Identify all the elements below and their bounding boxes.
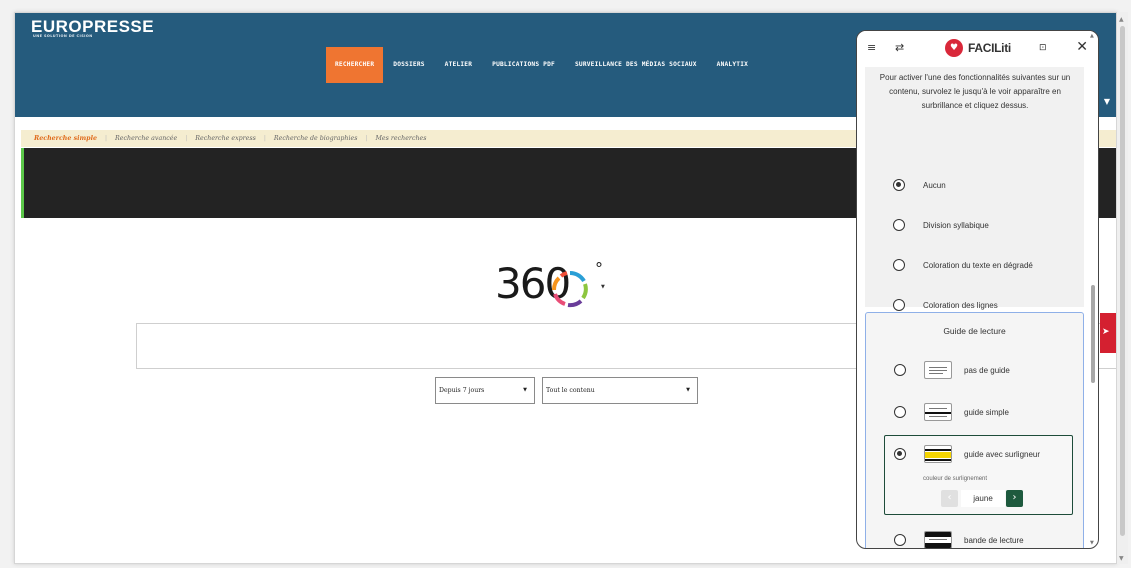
panel-scrollbar-thumb[interactable] (1091, 285, 1095, 383)
content-select[interactable]: Tout le contenu ▼ (542, 377, 698, 404)
option-division-syllabique[interactable]: Division syllabique (893, 219, 989, 231)
radio[interactable] (894, 534, 906, 546)
next-color-button[interactable]: › (1006, 490, 1023, 507)
tab-recherche-simple[interactable]: Recherche simple (34, 135, 97, 142)
close-icon[interactable]: ✕ (1076, 39, 1088, 55)
scroll-down-icon[interactable]: ▼ (1119, 555, 1124, 562)
features-section: Pour activer l'une des fonctionnalités s… (865, 67, 1084, 311)
faciliti-brand: ♥ FACILiti (945, 39, 1011, 57)
no-guide-icon (924, 361, 952, 379)
radio-selected[interactable] (894, 448, 906, 460)
option-label: Coloration des lignes (923, 300, 998, 310)
nav-dossiers[interactable]: DOSSIERS (383, 47, 434, 83)
panel-scrollbar[interactable]: ▲ ▼ (1088, 31, 1098, 548)
scrollbar-thumb[interactable] (1120, 26, 1125, 536)
features-description: Pour activer l'une des fonctionnalités s… (879, 73, 1071, 110)
panel-toolbar: ≡ ⇄ ♥ FACILiti ⊡ ✕ (857, 31, 1098, 67)
option-label: Division syllabique (923, 220, 989, 230)
scroll-up-icon[interactable]: ▲ (1090, 33, 1094, 39)
reading-band-icon (924, 531, 952, 548)
period-select-value: Depuis 7 jours (439, 387, 485, 394)
tab-separator: | (185, 135, 188, 142)
highlighter-guide-icon (924, 445, 952, 463)
radio[interactable] (894, 406, 906, 418)
menu-icon[interactable]: ≡ (867, 41, 876, 54)
caret-down-icon[interactable]: ▼ (601, 284, 605, 290)
option-label: Aucun (923, 180, 946, 190)
nav-publications-pdf[interactable]: PUBLICATIONS PDF (482, 47, 565, 83)
guide-highlighter-box: guide avec surligneur couleur de surlign… (884, 435, 1073, 515)
guide-label: bande de lecture (964, 535, 1024, 545)
logo-tagline: UNE SOLUTION DE CISION (33, 34, 93, 38)
guide-none[interactable]: pas de guide (894, 361, 1010, 379)
search-arrow-icon[interactable]: ➤ (1102, 327, 1110, 337)
guide-label: pas de guide (964, 365, 1010, 375)
chevron-down-icon: ▼ (523, 387, 527, 393)
radio[interactable] (893, 299, 905, 311)
chevron-down-icon[interactable]: ▼ (1104, 97, 1110, 106)
tab-separator: | (365, 135, 368, 142)
prev-color-button[interactable]: ‹ (941, 490, 958, 507)
simple-guide-icon (924, 403, 952, 421)
tab-recherche-biographies[interactable]: Recherche de biographies (274, 135, 358, 142)
content-select-value: Tout le contenu (546, 387, 595, 394)
tab-recherche-avancee[interactable]: Recherche avancée (115, 135, 177, 142)
faciliti-panel: ≡ ⇄ ♥ FACILiti ⊡ ✕ Pour activer l'une de… (856, 30, 1099, 549)
page-scrollbar[interactable]: ▲ ▼ (1117, 12, 1128, 564)
swap-icon[interactable]: ⇄ (895, 41, 904, 54)
reading-guide-title: Guide de lecture (943, 326, 1006, 336)
option-aucun[interactable]: Aucun (893, 179, 946, 191)
option-coloration-degrade[interactable]: Coloration du texte en dégradé (893, 259, 1033, 271)
chevron-down-icon: ▼ (686, 387, 690, 393)
tab-separator: | (105, 135, 108, 142)
degree-symbol: ° (595, 259, 603, 278)
tab-separator: | (263, 135, 266, 142)
guide-highlighter[interactable]: guide avec surligneur (894, 445, 1040, 463)
guide-label: guide avec surligneur (964, 449, 1041, 459)
guide-label: guide simple (964, 407, 1009, 417)
radio[interactable] (893, 219, 905, 231)
logo-360[interactable]: 360 ° ▼ (495, 259, 615, 308)
guide-simple[interactable]: guide simple (894, 403, 1009, 421)
scroll-down-icon[interactable]: ▼ (1090, 540, 1094, 546)
main-nav: RECHERCHER DOSSIERS ATELIER PUBLICATIONS… (326, 47, 758, 83)
tab-mes-recherches[interactable]: Mes recherches (375, 135, 426, 142)
option-label: Coloration du texte en dégradé (923, 260, 1033, 270)
exit-icon[interactable]: ⊡ (1039, 43, 1047, 53)
radio[interactable] (894, 364, 906, 376)
panel-body: Pour activer l'une des fonctionnalités s… (865, 67, 1084, 548)
nav-surveillance-medias-sociaux[interactable]: SURVEILLANCE DES MÉDIAS SOCIAUX (565, 47, 707, 83)
radio-selected[interactable] (893, 179, 905, 191)
highlight-color-value: jaune (961, 490, 1005, 507)
faciliti-logo-icon: ♥ (945, 39, 963, 57)
period-select[interactable]: Depuis 7 jours ▼ (435, 377, 535, 404)
nav-atelier[interactable]: ATELIER (435, 47, 482, 83)
radio[interactable] (893, 259, 905, 271)
highlight-color-label: couleur de surlignement (923, 476, 988, 482)
tab-recherche-express[interactable]: Recherche express (195, 135, 256, 142)
color-ring-icon (552, 270, 588, 308)
faciliti-brand-name: FACILiti (968, 41, 1011, 55)
guide-reading-band[interactable]: bande de lecture (894, 531, 1024, 548)
nav-analytix[interactable]: ANALYTIX (707, 47, 758, 83)
reading-guide-section: Guide de lecture pas de guide guide simp… (865, 312, 1084, 548)
option-coloration-lignes[interactable]: Coloration des lignes (893, 299, 998, 311)
nav-rechercher[interactable]: RECHERCHER (326, 47, 384, 83)
scroll-up-icon[interactable]: ▲ (1119, 16, 1124, 23)
